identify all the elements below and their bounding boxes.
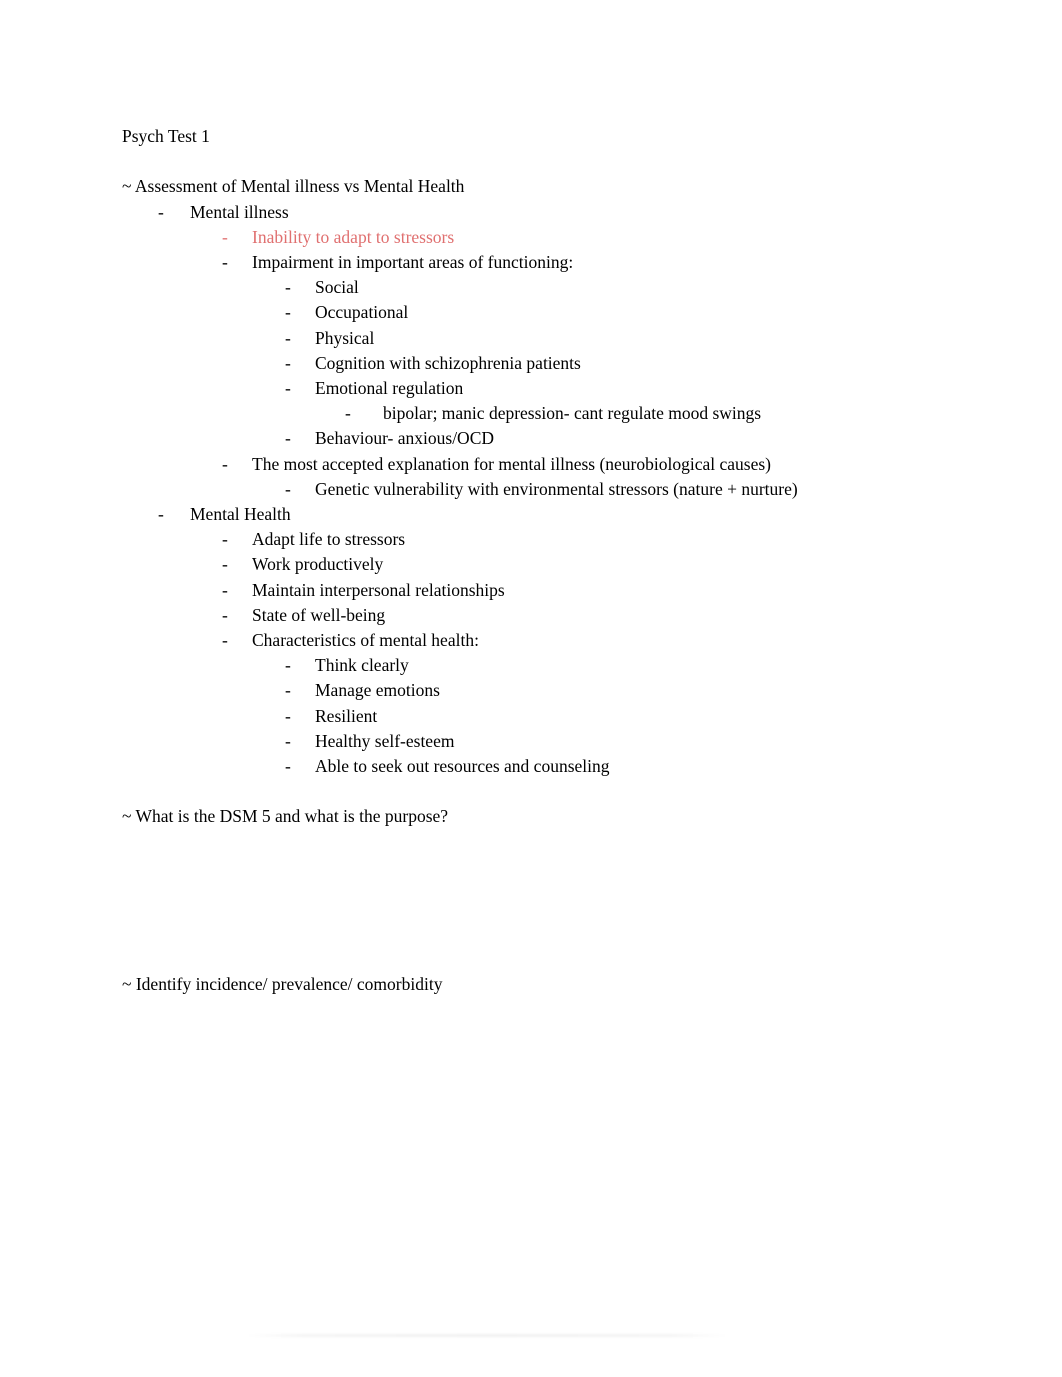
bullet-dash: - <box>285 302 291 323</box>
bullet-item: - Characteristics of mental health: <box>122 628 922 653</box>
bullet-dash: - <box>285 277 291 298</box>
bullet-text: Social <box>315 277 359 298</box>
bullet-item: - Behaviour- anxious/OCD <box>122 426 922 451</box>
bullet-text: Mental Health <box>190 504 291 525</box>
bullet-dash: - <box>285 378 291 399</box>
bullet-item: - Work productively <box>122 552 922 577</box>
bullet-text: Adapt life to stressors <box>252 529 406 550</box>
bullet-item: - Maintain interpersonal relationships <box>122 578 922 603</box>
bullet-item: - Adapt life to stressors <box>122 527 922 552</box>
bullet-text: Resilient <box>315 705 378 726</box>
bullet-dash: - <box>222 554 228 575</box>
bullet-text: Occupational <box>315 302 409 323</box>
bullet-item: - Emotional regulation <box>122 376 922 401</box>
bullet-item: - Manage emotions <box>122 678 922 703</box>
bullet-text: Genetic vulnerability with environmental… <box>315 478 798 499</box>
bullet-text: Emotional regulation <box>315 378 464 399</box>
bullet-text: Characteristics of mental health: <box>252 630 479 651</box>
bullet-list: - Mental illness - Inability to adapt to st… <box>122 200 922 780</box>
bullet-item: - Mental Health <box>122 502 922 527</box>
document-body: Psych Test 1 ~ Assessment of Mental illn… <box>122 124 922 997</box>
bullet-item: - Resilient <box>122 704 922 729</box>
bullet-dash: - <box>158 504 164 525</box>
section-heading: ~ What is the DSM 5 and what is the purp… <box>122 806 449 827</box>
section-incidence: ~ Identify incidence/ prevalence/ comorb… <box>122 972 922 997</box>
bullet-text: Think clearly <box>315 655 409 676</box>
section-assessment: ~ Assessment of Mental illness vs Mental… <box>122 174 922 779</box>
bullet-item: - Inability to adapt to stressors <box>122 225 922 250</box>
bullet-text: State of well-being <box>252 604 386 625</box>
bullet-text: Behaviour- anxious/OCD <box>315 428 494 449</box>
bullet-dash: - <box>285 655 291 676</box>
bullet-text: Impairment in important areas of functio… <box>252 252 574 272</box>
bullet-item: - The most accepted explanation for menta… <box>122 452 922 477</box>
bullet-dash: - <box>222 252 228 272</box>
bullet-text: Inability to adapt to stressors <box>252 226 455 247</box>
bullet-dash: - <box>285 352 291 373</box>
bullet-dash: - <box>285 680 291 701</box>
bullet-item: - Genetic vulnerability with environmenta… <box>122 477 922 502</box>
bullet-item: - Social <box>122 275 922 300</box>
bullet-dash: - <box>285 730 291 751</box>
bullet-dash: - <box>222 226 228 247</box>
bullet-dash: - <box>222 529 228 550</box>
bullet-dash: - <box>285 428 291 449</box>
bullet-dash: - <box>222 604 228 625</box>
bullet-text: Maintain interpersonal relationships <box>252 579 505 600</box>
bullet-text: Cognition with schizophrenia patients <box>315 352 581 373</box>
bullet-dash: - <box>285 705 291 726</box>
bullet-dash: - <box>158 201 164 222</box>
bullet-item: - Able to seek out resources and counseli… <box>122 754 922 779</box>
bullet-item: - State of well-being <box>122 603 922 628</box>
bullet-item: - Impairment in important areas of functi… <box>122 250 922 275</box>
section-dsm5: ~ What is the DSM 5 and what is the purp… <box>122 804 922 829</box>
bullet-text: Physical <box>315 327 375 348</box>
bullet-item: - Physical <box>122 326 922 351</box>
bullet-dash: - <box>222 630 228 651</box>
bullet-dash: - <box>285 478 291 499</box>
section-heading: ~ Identify incidence/ prevalence/ comorb… <box>122 973 443 994</box>
bullet-dash: - <box>285 327 291 348</box>
bullet-item: - Occupational <box>122 300 922 325</box>
bullet-dash: - <box>345 403 351 424</box>
document-page: Psych Test 1 ~ Assessment of Mental illn… <box>0 0 1062 1377</box>
bullet-text: Able to seek out resources and counselin… <box>315 756 610 777</box>
bullet-text: The most accepted explanation for mental… <box>252 453 771 474</box>
bullet-text: Work productively <box>252 554 384 575</box>
page-title: Psych Test 1 <box>122 126 210 146</box>
section-heading: ~ Assessment of Mental illness vs Mental… <box>122 176 465 197</box>
bullet-item: - Healthy self-esteem <box>122 729 922 754</box>
bullet-dash: - <box>222 579 228 600</box>
bullet-item: - Cognition with schizophrenia patients <box>122 351 922 376</box>
bullet-text: bipolar; manic depression- cant regulate… <box>383 403 762 424</box>
page-edge-shadow <box>247 1334 727 1337</box>
bullet-item: - Think clearly <box>122 653 922 678</box>
bullet-dash: - <box>285 756 291 777</box>
bullet-item: - bipolar; manic depression- cant regulat… <box>122 401 922 426</box>
bullet-dash: - <box>222 453 228 474</box>
bullet-text: Healthy self-esteem <box>315 730 455 751</box>
bullet-text: Manage emotions <box>315 680 440 701</box>
bullet-item: - Mental illness <box>122 200 922 225</box>
bullet-text: Mental illness <box>190 201 289 222</box>
